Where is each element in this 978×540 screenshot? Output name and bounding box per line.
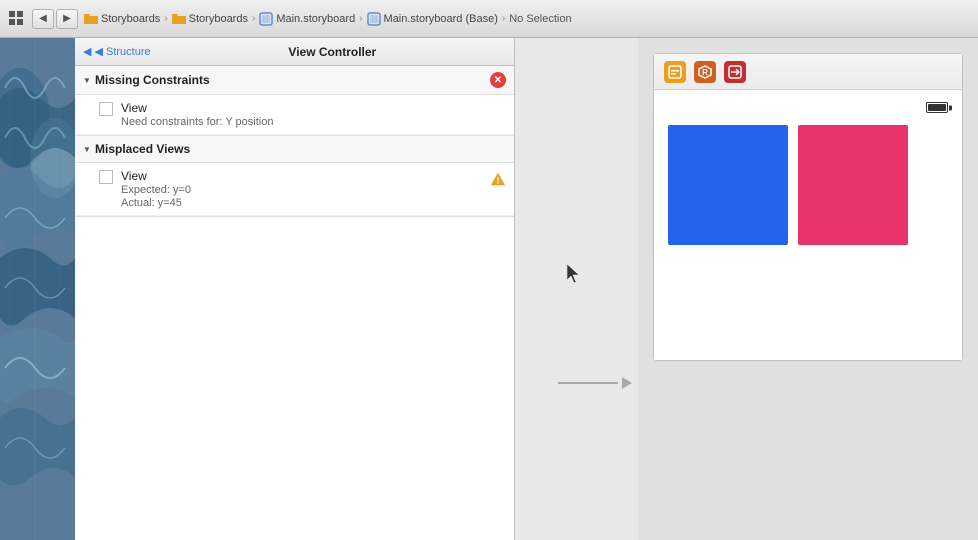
view-controller-icon[interactable]	[664, 61, 686, 83]
sep-3: ›	[359, 13, 362, 24]
structure-back-button[interactable]: ◀ ◀ Structure	[83, 45, 151, 58]
breadcrumb-item-storyboards2[interactable]: Storyboards	[172, 12, 248, 26]
arrow-head-icon	[622, 377, 632, 389]
misplaced-views-label: Misplaced Views	[95, 142, 506, 156]
error-badge: ✕	[490, 72, 506, 88]
folder-icon-2	[172, 12, 186, 26]
folder-icon-1	[84, 12, 98, 26]
main-area: ◀ ◀ Structure View Controller ▼ Missing …	[0, 38, 978, 540]
item-checkbox-2	[99, 170, 113, 184]
canvas-panel: R	[638, 38, 978, 540]
misplaced-view-item[interactable]: View Expected: y=0 Actual: y=45 !	[75, 163, 514, 216]
structure-label: ◀ Structure	[94, 45, 150, 58]
iphone-toolbar: R	[654, 54, 962, 90]
collapse-triangle-icon-2: ▼	[83, 145, 91, 153]
missing-constraints-header[interactable]: ▼ Missing Constraints ✕	[75, 66, 514, 95]
svg-text:!: !	[497, 175, 500, 185]
storyboard-file-icon-1	[259, 12, 273, 26]
item-content-2: View Expected: y=0 Actual: y=45	[121, 169, 482, 209]
sidebar-background	[0, 38, 75, 540]
warning-badge: !	[490, 171, 506, 187]
sep-2: ›	[252, 13, 255, 24]
canvas-empty-area	[515, 38, 638, 540]
cursor-arrow	[567, 264, 583, 289]
grid-icon[interactable]	[8, 10, 26, 28]
missing-constraints-label: Missing Constraints	[95, 73, 486, 87]
collapse-triangle-icon: ▼	[83, 76, 91, 84]
views-container	[664, 121, 952, 249]
status-bar	[664, 100, 952, 115]
item-checkbox	[99, 102, 113, 116]
first-responder-icon[interactable]: R	[694, 61, 716, 83]
vc-icons: R	[664, 61, 746, 83]
forward-button[interactable]: ▶	[56, 9, 78, 29]
misplaced-views-header[interactable]: ▼ Misplaced Views	[75, 136, 514, 163]
nav-buttons: ◀ ▶	[32, 9, 78, 29]
item-name-2: View	[121, 169, 482, 183]
blue-view[interactable]	[668, 125, 788, 245]
missing-constraint-item-view[interactable]: View Need constraints for: Y position	[75, 95, 514, 135]
no-selection-text: No Selection	[509, 13, 571, 25]
main-toolbar: ◀ ▶ Storyboards › Storyboards ›	[0, 0, 978, 38]
pink-view[interactable]	[798, 125, 908, 245]
iphone-screen	[654, 90, 962, 360]
error-x-icon: ✕	[494, 75, 502, 86]
battery-fill	[928, 104, 946, 111]
sep-1: ›	[164, 13, 167, 24]
item-name: View	[121, 101, 506, 115]
item-expected: Expected: y=0	[121, 184, 482, 196]
issue-panel: ◀ ◀ Structure View Controller ▼ Missing …	[75, 38, 515, 540]
item-description: Need constraints for: Y position	[121, 116, 506, 128]
misplaced-views-section: ▼ Misplaced Views View Expected: y=0 Act…	[75, 136, 514, 217]
item-actual: Actual: y=45	[121, 197, 482, 209]
breadcrumb-item-main-storyboard-base[interactable]: Main.storyboard (Base)	[367, 12, 498, 26]
storyboard-file-icon-2	[367, 12, 381, 26]
exit-icon[interactable]	[724, 61, 746, 83]
battery-icon	[926, 102, 948, 113]
svg-text:R: R	[702, 68, 708, 77]
sep-4: ›	[502, 13, 505, 24]
sidebar-art	[0, 38, 75, 540]
iphone-frame: R	[653, 53, 963, 361]
panel-title: View Controller	[159, 45, 506, 59]
breadcrumb-item-storyboards1[interactable]: Storyboards	[84, 12, 160, 26]
entry-arrow	[558, 377, 632, 389]
arrow-line	[558, 382, 618, 384]
breadcrumb-item-main-storyboard[interactable]: Main.storyboard	[259, 12, 355, 26]
issue-panel-toolbar: ◀ ◀ Structure View Controller	[75, 38, 514, 66]
missing-constraints-section: ▼ Missing Constraints ✕ View Need constr…	[75, 66, 514, 136]
back-chevron-icon: ◀	[83, 45, 91, 58]
back-button[interactable]: ◀	[32, 9, 54, 29]
item-content: View Need constraints for: Y position	[121, 101, 506, 128]
breadcrumb: Storyboards › Storyboards › Main.storybo…	[84, 12, 572, 26]
